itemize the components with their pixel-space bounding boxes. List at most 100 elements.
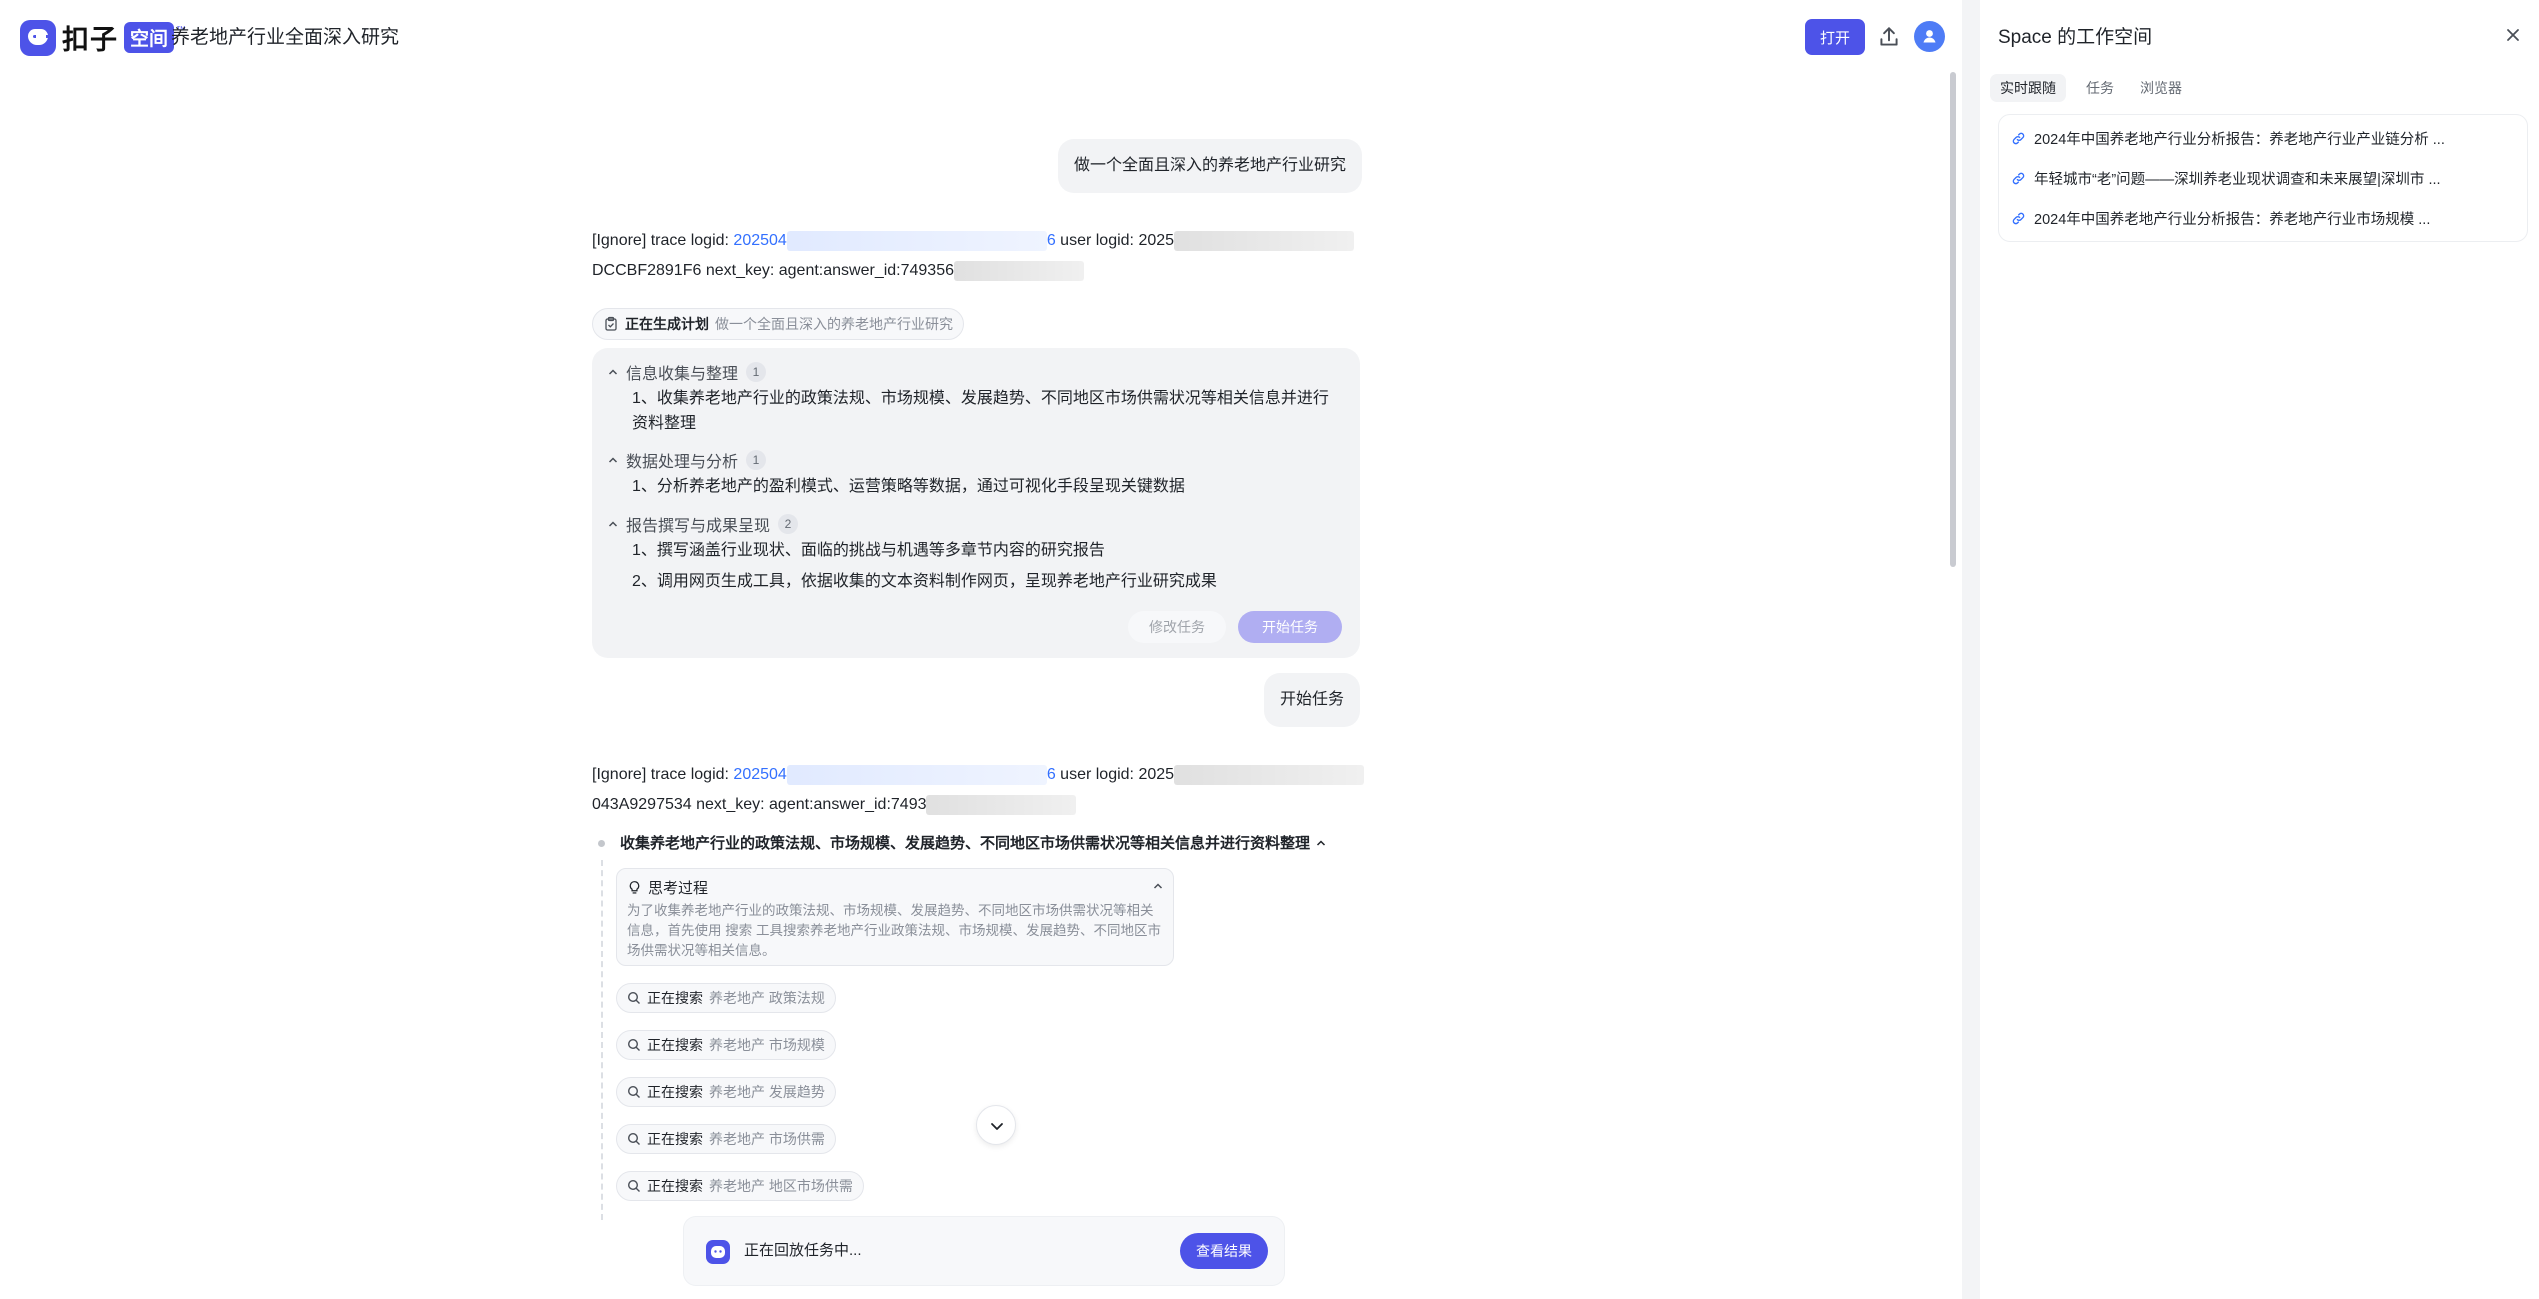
- modify-task-button[interactable]: 修改任务: [1128, 611, 1226, 643]
- trace-line-2: 043A9297534 next_key: agent:answer_id:74…: [592, 796, 927, 813]
- chat-scrollbar[interactable]: [1950, 72, 1956, 567]
- task-step-toggle[interactable]: 收集养老地产行业的政策法规、市场规模、发展趋势、不同地区市场供需状况等相关信息并…: [620, 832, 1326, 853]
- workspace-panel: Space 的工作空间 实时跟随 任务 浏览器 2024年中国养老地产行业分析报…: [1980, 0, 2539, 1299]
- plan-chip-subject: 做一个全面且深入的养老地产行业研究: [715, 316, 953, 332]
- top-bar: 扣子 空间 ™ 养老地产行业全面深入研究 打开: [0, 0, 1962, 72]
- search-chip[interactable]: 正在搜索 养老地产 市场规模: [616, 1030, 836, 1060]
- lightbulb-icon: [629, 881, 640, 894]
- redacted-logid: [786, 764, 1047, 785]
- search-chip-query: 养老地产 政策法规: [709, 990, 825, 1006]
- view-result-button[interactable]: 查看结果: [1180, 1233, 1268, 1269]
- search-chip-label: 正在搜索: [647, 1037, 703, 1053]
- search-chip[interactable]: 正在搜索 养老地产 地区市场供需: [616, 1171, 864, 1201]
- trace-line-2: DCCBF2891F6 next_key: agent:answer_id:74…: [592, 262, 954, 279]
- user-logid-start: 2025: [1138, 232, 1175, 249]
- search-icon: [627, 991, 640, 1004]
- plan-section-count: 1: [746, 362, 767, 382]
- search-chip-query: 养老地产 地区市场供需: [709, 1178, 853, 1194]
- link-icon: [2012, 212, 2025, 224]
- redacted-user-logid: [1174, 764, 1365, 785]
- trace-logid-end: 6: [1046, 232, 1056, 249]
- user-icon: [1923, 30, 1936, 43]
- plan-section-toggle[interactable]: 数据处理与分析 1: [608, 448, 767, 472]
- link-icon: [2012, 172, 2025, 184]
- link-icon: [2012, 132, 2025, 144]
- trace-prefix: [Ignore] trace logid:: [592, 232, 734, 249]
- search-chip[interactable]: 正在搜索 养老地产 政策法规: [616, 983, 836, 1013]
- thinking-process-box: 思考过程 为了收集养老地产行业的政策法规、市场规模、发展趋势、不同地区市场供需状…: [616, 868, 1174, 966]
- start-task-button[interactable]: 开始任务: [1238, 611, 1342, 643]
- tab-browser[interactable]: 浏览器: [2130, 74, 2192, 102]
- plan-section-title: 信息收集与整理: [626, 366, 739, 383]
- app-logo[interactable]: 扣子 空间 ™: [20, 18, 186, 57]
- logo-badge: 空间: [124, 22, 175, 53]
- user-message-bubble: 做一个全面且深入的养老地产行业研究: [1058, 139, 1363, 193]
- thinking-process-header[interactable]: 思考过程: [627, 877, 708, 898]
- clipboard-icon: [605, 316, 617, 331]
- redacted-answer-id: [926, 794, 1077, 815]
- tab-tasks[interactable]: 任务: [2076, 74, 2124, 102]
- tab-live-follow[interactable]: 实时跟随: [1990, 74, 2066, 102]
- plan-section-toggle[interactable]: 报告撰写与成果呈现 2: [608, 512, 799, 536]
- user-logid-label: user logid:: [1055, 766, 1139, 783]
- search-chip-label: 正在搜索: [647, 1178, 703, 1194]
- plan-step: 2、调用网页生成工具，依据收集的文本资料制作网页，呈现养老地产行业研究成果: [632, 573, 1217, 590]
- plan-card: 信息收集与整理 1 1、收集养老地产行业的政策法规、市场规模、发展趋势、不同地区…: [592, 348, 1360, 658]
- close-icon[interactable]: [2502, 24, 2524, 46]
- chevron-up-icon: [608, 369, 618, 375]
- trace-info-2: [Ignore] trace logid: 202504 6 user logid…: [592, 760, 1382, 820]
- search-chip-query: 养老地产 发展趋势: [709, 1084, 825, 1100]
- search-chip-query: 养老地产 市场供需: [709, 1131, 825, 1147]
- plan-section-title: 数据处理与分析: [626, 454, 739, 471]
- search-chip-label: 正在搜索: [647, 1131, 703, 1147]
- replay-status-bar: 正在回放任务中... 查看结果: [684, 1217, 1284, 1285]
- search-icon: [627, 1132, 640, 1145]
- source-link[interactable]: 2024年中国养老地产行业分析报告：养老地产行业市场规模 ...: [2011, 207, 2430, 229]
- thinking-process-title: 思考过程: [648, 880, 709, 897]
- source-link-text: 2024年中国养老地产行业分析报告：养老地产行业市场规模 ...: [2034, 211, 2431, 228]
- chevron-up-icon: [608, 457, 618, 463]
- trace-prefix: [Ignore] trace logid:: [592, 766, 734, 783]
- user-logid-label: user logid:: [1055, 232, 1139, 249]
- user-message-bubble: 开始任务: [1264, 673, 1361, 727]
- search-chip[interactable]: 正在搜索 养老地产 发展趋势: [616, 1077, 836, 1107]
- trace-info-1: [Ignore] trace logid: 202504 6 user logid…: [592, 226, 1372, 286]
- trace-logid-start: 202504: [733, 766, 787, 783]
- source-link-text: 年轻城市“老”问题——深圳养老业现状调查和未来展望|深圳市 ...: [2034, 171, 2441, 188]
- chevron-up-icon: [608, 521, 618, 527]
- page-title: 养老地产行业全面深入研究: [171, 27, 400, 48]
- plan-section-toggle[interactable]: 信息收集与整理 1: [608, 360, 767, 384]
- user-logid-start: 2025: [1138, 766, 1175, 783]
- plan-section-title: 报告撰写与成果呈现: [626, 518, 771, 535]
- search-chip-label: 正在搜索: [647, 990, 703, 1006]
- source-link[interactable]: 年轻城市“老”问题——深圳养老业现状调查和未来展望|深圳市 ...: [2011, 167, 2441, 189]
- source-link-text: 2024年中国养老地产行业分析报告：养老地产行业产业链分析 ...: [2034, 131, 2445, 148]
- search-icon: [627, 1038, 640, 1051]
- user-avatar[interactable]: [1914, 21, 1945, 52]
- open-button[interactable]: 打开: [1805, 19, 1865, 55]
- plan-section-count: 2: [778, 514, 799, 534]
- logo-text: 扣子: [62, 25, 118, 55]
- redacted-user-logid: [1174, 230, 1355, 251]
- search-chip-label: 正在搜索: [647, 1084, 703, 1100]
- chevron-down-icon: [991, 1123, 1003, 1130]
- thinking-process-text: 为了收集养老地产行业的政策法规、市场规模、发展趋势、不同地区市场供需状况等相关信…: [627, 903, 1162, 958]
- step-bullet: [598, 840, 605, 847]
- search-chip-query: 养老地产 市场规模: [709, 1037, 825, 1053]
- trace-logid-end: 6: [1046, 766, 1056, 783]
- coze-logo-icon: [20, 19, 56, 56]
- scroll-to-bottom-button[interactable]: [976, 1105, 1016, 1145]
- panel-divider: [1962, 0, 1980, 1299]
- search-chip[interactable]: 正在搜索 养老地产 市场供需: [616, 1124, 836, 1154]
- share-upload-icon[interactable]: [1876, 24, 1902, 50]
- task-step-title: 收集养老地产行业的政策法规、市场规模、发展趋势、不同地区市场供需状况等相关信息并…: [620, 835, 1311, 852]
- trace-logid-start: 202504: [733, 232, 787, 249]
- source-link[interactable]: 2024年中国养老地产行业分析报告：养老地产行业产业链分析 ...: [2011, 127, 2445, 149]
- replay-status-text: 正在回放任务中...: [744, 1242, 862, 1259]
- workspace-title: Space 的工作空间: [1998, 27, 2153, 48]
- bot-icon: [706, 1240, 730, 1264]
- chevron-up-icon: [1316, 839, 1326, 846]
- chevron-up-icon[interactable]: [1153, 881, 1163, 891]
- redacted-answer-id: [954, 260, 1084, 281]
- search-icon: [627, 1085, 640, 1098]
